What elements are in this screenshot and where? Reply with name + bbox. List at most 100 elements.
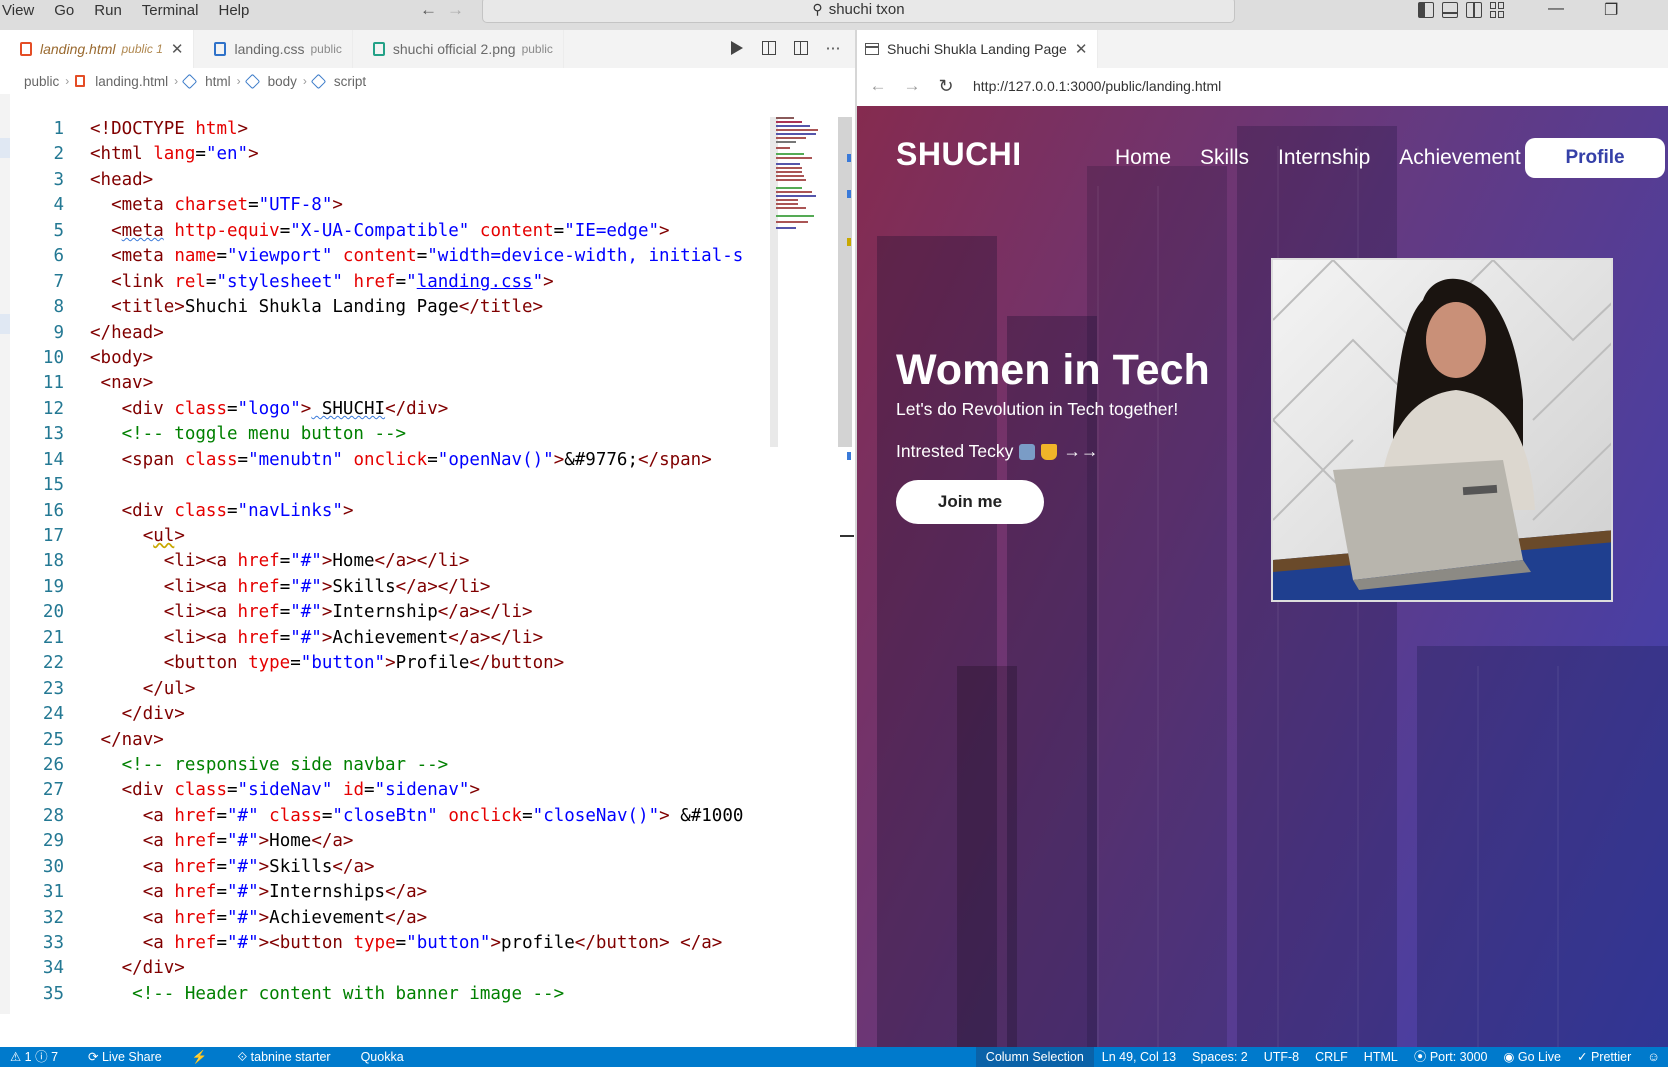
code-line: 29 <a href="#">Home</a>: [42, 831, 354, 852]
code-line: 6 <meta name="viewport" content="width=d…: [53, 246, 744, 267]
tabnine-icon: ⟐: [237, 1050, 251, 1064]
overview-mark: [847, 190, 851, 198]
back-icon[interactable]: ←: [865, 76, 891, 96]
split-editor-icon[interactable]: [793, 40, 809, 56]
menu-bar: View Go Run Terminal Help: [0, 0, 259, 22]
cursor-position-item[interactable]: Ln 49, Col 13: [1094, 1047, 1184, 1067]
site-logo[interactable]: SHUCHI: [896, 136, 1022, 173]
port-item[interactable]: ⦿ Port: 3000: [1406, 1047, 1496, 1067]
tab-shuchi-png[interactable]: shuchi official 2.png public: [353, 30, 564, 68]
tabnine-item[interactable]: ⟐ tabnine starter: [229, 1047, 338, 1067]
nav-link-skills[interactable]: Skills: [1200, 146, 1249, 170]
prettier-item[interactable]: ✓ Prettier: [1569, 1047, 1639, 1067]
code-line: 25 </nav>: [42, 729, 164, 750]
nav-link-internship[interactable]: Internship: [1278, 146, 1370, 170]
chevron-right-icon: ›: [174, 74, 179, 88]
broadcast-icon: ◉: [1503, 1050, 1518, 1064]
code-line: 32 <a href="#">Achievement</a>: [42, 907, 428, 928]
menu-help[interactable]: Help: [208, 0, 259, 22]
code-line: 2 <html lang="en">: [53, 144, 259, 165]
eol-item[interactable]: CRLF: [1307, 1047, 1356, 1067]
editor-actions: ⋯: [729, 40, 841, 57]
tab-label: landing.css: [234, 41, 305, 57]
menu-run[interactable]: Run: [84, 0, 132, 22]
code-line: 9 </head>: [53, 322, 164, 343]
css3-icon: [214, 42, 227, 56]
url-field[interactable]: http://127.0.0.1:3000/public/landing.htm…: [973, 78, 1221, 94]
code-line: 31 <a href="#">Internships</a>: [42, 882, 428, 903]
problems-indicator[interactable]: ⚠ 1 ⓘ 7: [2, 1047, 66, 1067]
reload-icon[interactable]: ↻: [933, 76, 959, 97]
code-line: 15: [42, 475, 64, 496]
tab-label: landing.html: [40, 41, 116, 57]
browser-page-icon: [865, 43, 879, 55]
code-editor[interactable]: 1 <!DOCTYPE html> 2 <html lang="en"> 3 <hea…: [10, 117, 770, 1015]
tab-description: public 1: [121, 42, 163, 56]
tab-label: Shuchi Shukla Landing Page: [887, 41, 1067, 57]
code-line: 27 <div class="sideNav" id="sidenav">: [42, 780, 480, 801]
tab-landing-page[interactable]: Shuchi Shukla Landing Page ✕: [857, 30, 1099, 68]
tab-label: shuchi official 2.png: [392, 41, 516, 57]
code-line: 34 </div>: [42, 958, 185, 979]
search-icon: ⚲: [812, 1, 823, 17]
indentation-item[interactable]: Spaces: 2: [1184, 1047, 1256, 1067]
code-line: 10 <body>: [42, 347, 154, 368]
feedback-icon[interactable]: ☺: [1639, 1047, 1668, 1067]
close-icon[interactable]: ✕: [1075, 40, 1088, 58]
close-icon[interactable]: ✕: [171, 40, 184, 58]
forward-icon[interactable]: →: [899, 76, 925, 96]
code-line: 4 <meta charset="UTF-8">: [53, 195, 343, 216]
code-line: 14 <span class="menubtn" onclick="openNa…: [42, 449, 712, 470]
code-line: 5 <meta http-equiv="X-UA-Compatible" con…: [53, 220, 670, 241]
open-preview-icon[interactable]: [761, 40, 777, 56]
code-line: 3 <head>: [53, 169, 154, 190]
status-bar: ⚠ 1 ⓘ 7 ⟳ Live Share ⚡ ⟐ tabnine starter…: [0, 1047, 1668, 1067]
code-line: 33 <a href="#"><button type="button">pro…: [42, 933, 723, 953]
tab-landing-html[interactable]: landing.html public 1 ✕: [0, 30, 195, 68]
menu-go[interactable]: Go: [44, 0, 84, 22]
more-actions-icon[interactable]: ⋯: [825, 40, 841, 57]
profile-button[interactable]: Profile: [1525, 138, 1665, 178]
restore-icon[interactable]: ❐: [1604, 0, 1618, 22]
minimize-icon[interactable]: —: [1548, 0, 1564, 22]
lightning-icon[interactable]: ⚡: [184, 1047, 216, 1067]
check-double-icon: ✓: [1576, 1050, 1591, 1064]
overview-mark: [847, 154, 851, 162]
live-share-item[interactable]: ⟳ Live Share: [80, 1047, 170, 1067]
arrow-right-icon[interactable]: →: [447, 0, 464, 22]
browser-tab-strip: Shuchi Shukla Landing Page ✕: [857, 30, 1668, 68]
language-mode-item[interactable]: HTML: [1356, 1047, 1406, 1067]
customize-layout-icon[interactable]: [1490, 2, 1506, 18]
encoding-item[interactable]: UTF-8: [1256, 1047, 1307, 1067]
overview-mark: [847, 238, 851, 246]
arrow-left-icon[interactable]: ←: [420, 0, 437, 22]
run-icon[interactable]: [729, 40, 745, 56]
toggle-secondary-sidebar-icon[interactable]: [1466, 2, 1482, 18]
command-center-search[interactable]: ⚲ shuchi txon: [482, 0, 1235, 23]
go-live-item[interactable]: ◉ Go Live: [1496, 1047, 1569, 1067]
tab-landing-css[interactable]: landing.css public: [194, 30, 353, 68]
toggle-primary-sidebar-icon[interactable]: [1418, 2, 1434, 18]
toggle-panel-icon[interactable]: [1442, 2, 1458, 18]
breadcrumb-html[interactable]: html: [205, 74, 231, 89]
breadcrumb-folder[interactable]: public: [24, 74, 59, 89]
quokka-item[interactable]: Quokka: [353, 1047, 412, 1067]
code-line: 12 <div class="logo"> SHUCHI</div>: [42, 398, 449, 419]
minimap[interactable]: [776, 117, 836, 237]
code-line: 1 <!DOCTYPE html>: [53, 119, 249, 139]
breadcrumb: public › landing.html › html › body › sc…: [24, 68, 366, 94]
vertical-scrollbar[interactable]: [838, 117, 852, 447]
chevron-right-icon: ›: [236, 74, 241, 88]
cursor-mark: [840, 535, 854, 537]
breadcrumb-body[interactable]: body: [268, 74, 297, 89]
hero-title: Women in Tech: [896, 346, 1210, 394]
nav-link-home[interactable]: Home: [1115, 146, 1171, 170]
menu-terminal[interactable]: Terminal: [132, 0, 209, 22]
breadcrumb-script[interactable]: script: [334, 74, 366, 89]
breadcrumb-file[interactable]: landing.html: [95, 74, 168, 89]
menu-view[interactable]: View: [0, 0, 44, 22]
simple-browser: Shuchi Shukla Landing Page ✕ ← → ↻ http:…: [857, 30, 1668, 1047]
nav-link-achievement[interactable]: Achievement: [1399, 146, 1520, 170]
join-me-button[interactable]: Join me: [896, 480, 1044, 524]
column-selection-item[interactable]: Column Selection: [975, 1047, 1094, 1067]
